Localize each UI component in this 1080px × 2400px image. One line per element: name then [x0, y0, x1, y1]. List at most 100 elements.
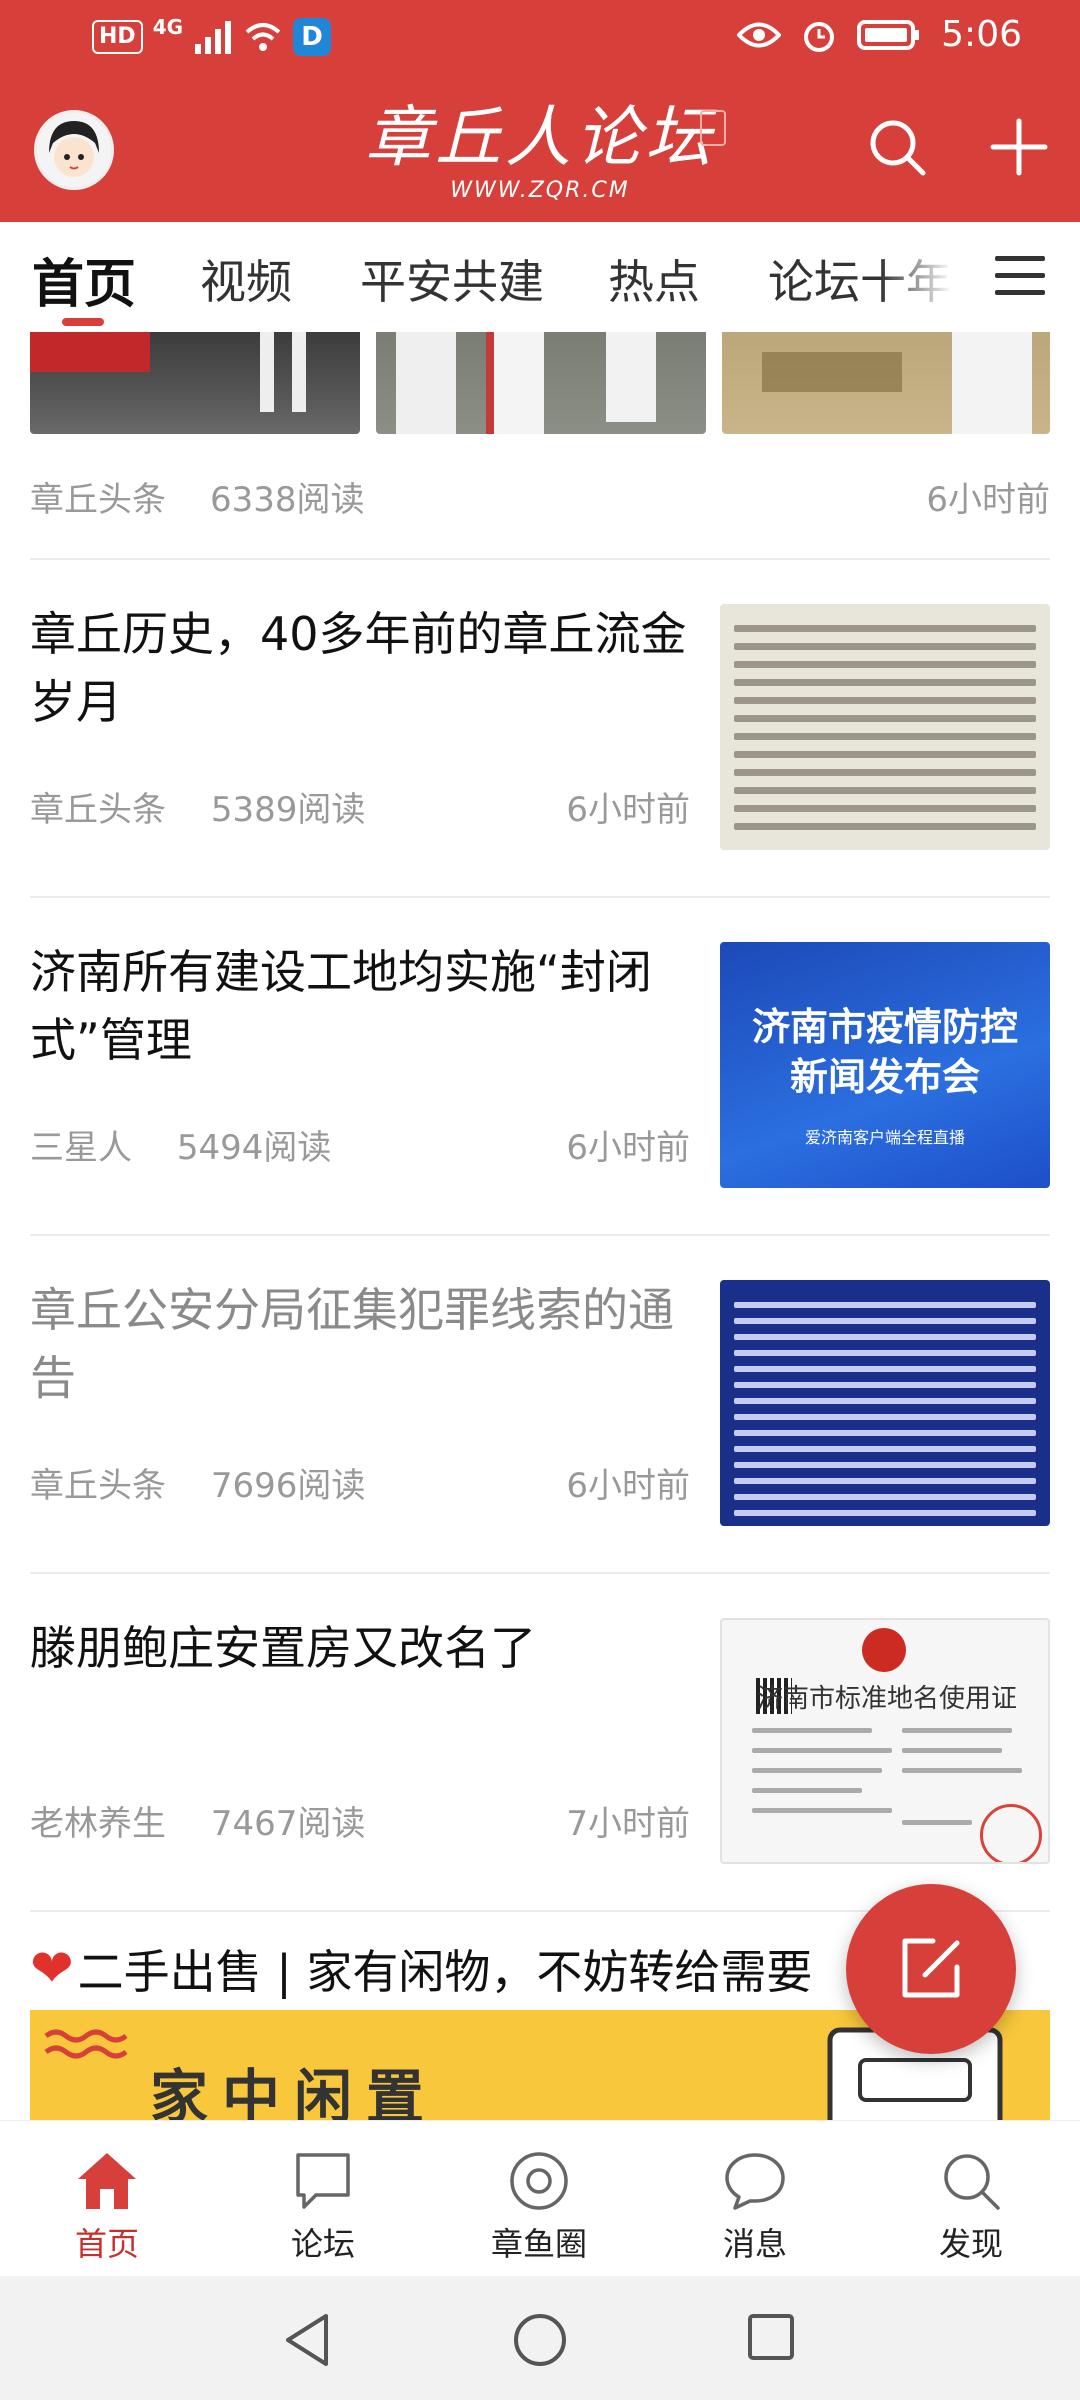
alarm-icon [804, 21, 835, 52]
title-bar: 章丘人论坛 WWW.ZQR.CM [0, 80, 1080, 222]
article-title: 滕朋鲍庄安置房又改名了 [30, 1621, 536, 1675]
official-stamp-icon [980, 1804, 1042, 1862]
home-icon [78, 2153, 136, 2209]
search-button[interactable] [854, 104, 940, 190]
text-line [734, 1510, 1036, 1516]
app-header: HD 4G D 5:06 章丘人论坛 WWW.ZQR.CM [0, 0, 1080, 222]
nav-messages[interactable]: 消息 [680, 2149, 830, 2265]
text-line [734, 643, 1036, 650]
nav-discover-icon-wrap [896, 2149, 1046, 2213]
text-line [734, 787, 1036, 794]
text-line [734, 1382, 1036, 1388]
article-title: 济南所有建设工地均实施“封闭式”管理 [30, 945, 652, 1067]
student-figure [606, 332, 656, 422]
article-source: 章丘头条 [30, 1466, 166, 1506]
article-reads: 5494阅读 [176, 1128, 332, 1168]
article-meta: 章丘头条 7696阅读 6小时前 [30, 1458, 690, 1507]
wave-decoration-icon [44, 2029, 128, 2059]
article-item[interactable]: 滕朋鲍庄安置房又改名了 老林养生 7467阅读 7小时前 济南市标准地名使用证 [0, 1574, 1080, 1912]
article-title: 章丘历史，40多年前的章丘流金岁月 [30, 607, 687, 729]
bottom-navigation: 首页 论坛 章鱼圈 消息 发现 [0, 2120, 1080, 2277]
compose-fab[interactable] [846, 1884, 1016, 2054]
nav-octopus-circle[interactable]: 章鱼圈 [464, 2149, 614, 2265]
recent-apps-icon[interactable] [746, 2312, 796, 2362]
article-item[interactable]: 济南所有建设工地均实施“封闭式”管理 三星人 5494阅读 6小时前 济南市疫情… [0, 898, 1080, 1236]
status-bar: HD 4G D 5:06 [0, 0, 1080, 80]
edit-icon [902, 1938, 960, 1998]
article-item[interactable]: 章丘公安分局征集犯罪线索的通告 章丘头条 7696阅读 6小时前 [0, 1236, 1080, 1574]
tab-video[interactable]: 视频 [200, 246, 292, 312]
logo-url: WWW.ZQR.CM [450, 178, 630, 203]
article-thumbnail [720, 604, 1050, 850]
nav-forum[interactable]: 论坛 [248, 2149, 398, 2265]
article-source: 三星人 [30, 1128, 132, 1168]
top-item-image-1 [30, 332, 360, 434]
home-circle-icon[interactable] [512, 2312, 568, 2368]
logo-seal-icon [700, 110, 726, 146]
text-line [734, 1398, 1036, 1404]
category-tabs: 首页 视频 平安共建 热点 论坛十年 [0, 222, 1080, 332]
nav-home[interactable]: 首页 [32, 2149, 182, 2265]
thumbnail-headline: 济南市疫情防控 [751, 1005, 1018, 1049]
text-line [734, 661, 1036, 668]
national-emblem-icon [862, 1628, 906, 1672]
text-line [752, 1728, 872, 1733]
top-item-image-2 [376, 332, 706, 434]
article-title: 章丘公安分局征集犯罪线索的通告 [30, 1283, 674, 1405]
nav-label: 章鱼圈 [490, 2225, 587, 2263]
desk [762, 352, 902, 392]
tab-home[interactable]: 首页 [32, 242, 136, 317]
text-line [734, 1446, 1036, 1452]
avatar[interactable] [34, 110, 114, 190]
article-time: 6小时前 [566, 790, 690, 830]
thumbnail-headline: 新闻发布会 [789, 1055, 980, 1099]
text-line [752, 1788, 862, 1793]
top-item-source: 章丘头条 [30, 480, 166, 520]
forum-logo: 章丘人论坛 WWW.ZQR.CM [340, 98, 740, 208]
hd-indicator: HD [92, 20, 143, 54]
certificate-title: 济南市标准地名使用证 [756, 1684, 1017, 1714]
nav-label: 论坛 [290, 2225, 355, 2263]
clock: 5:06 [941, 14, 1022, 55]
text-line [752, 1768, 882, 1773]
network-type: 4G [152, 15, 184, 39]
article-item[interactable]: 章丘历史，40多年前的章丘流金岁月 章丘头条 5389阅读 6小时前 [0, 560, 1080, 898]
add-post-button[interactable] [976, 104, 1062, 190]
signal-icon [195, 21, 232, 54]
text-line [734, 1494, 1036, 1500]
logo-text: 章丘人论坛 [365, 99, 715, 176]
menu-line [995, 273, 1045, 278]
text-line [902, 1768, 1022, 1773]
tab-hot[interactable]: 热点 [608, 246, 700, 312]
eye-comfort-icon [737, 22, 782, 47]
nav-label: 消息 [722, 2225, 787, 2263]
text-line [734, 1302, 1036, 1308]
text-line [734, 1318, 1036, 1324]
search-icon [870, 120, 926, 176]
nav-circle-icon-wrap [464, 2149, 614, 2213]
student-figure [396, 332, 456, 434]
plus-icon [990, 118, 1048, 176]
wifi-icon [245, 23, 281, 51]
article-source: 老林养生 [30, 1804, 166, 1844]
menu-line [995, 256, 1045, 261]
tab-safety[interactable]: 平安共建 [360, 246, 544, 312]
thumbnail-caption: 爱济南客户端全程直播 [804, 1128, 965, 1147]
text-line [734, 1478, 1036, 1484]
text-line [734, 1414, 1036, 1420]
nav-forum-icon-wrap [248, 2149, 398, 2213]
article-thumbnail: 济南市标准地名使用证 [720, 1618, 1050, 1864]
back-icon[interactable] [282, 2312, 332, 2368]
tab-menu-button[interactable] [995, 256, 1045, 307]
text-line [734, 679, 1036, 686]
text-line [734, 751, 1036, 758]
text-line [734, 1334, 1036, 1340]
news-feed[interactable]: 章丘头条 6338阅读 6小时前 章丘历史，40多年前的章丘流金岁月 章丘头条 … [0, 332, 1080, 2120]
red-wall [30, 332, 150, 372]
battery-icon [857, 19, 920, 50]
avatar-cartoon-icon [49, 121, 99, 177]
top-item-reads: 6338阅读 [210, 480, 365, 520]
text-line [902, 1728, 1012, 1733]
chat-square-icon [296, 2153, 350, 2209]
nav-discover[interactable]: 发现 [896, 2149, 1046, 2265]
